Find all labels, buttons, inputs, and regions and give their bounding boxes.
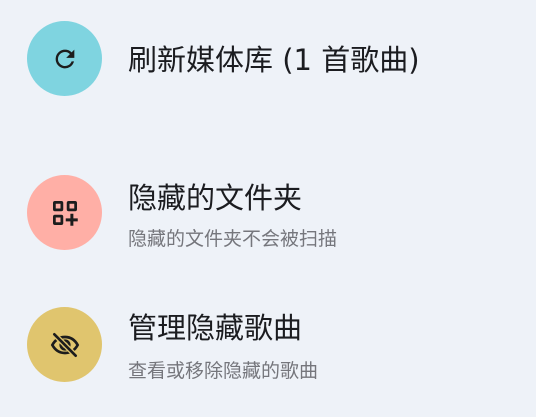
refresh-library-item[interactable]: 刷新媒体库 (1 首歌曲) (0, 0, 536, 120)
hidden-folders-item[interactable]: 隐藏的文件夹 隐藏的文件夹不会被扫描 (0, 160, 536, 270)
eye-off-icon (50, 331, 79, 358)
manage-hidden-songs-title: 管理隐藏歌曲 (128, 311, 303, 345)
manage-hidden-songs-subtitle: 查看或移除隐藏的歌曲 (128, 360, 319, 382)
qr-add-icon (52, 200, 78, 226)
hidden-folders-title: 隐藏的文件夹 (128, 181, 303, 215)
manage-hidden-songs-item[interactable]: 管理隐藏歌曲 查看或移除隐藏的歌曲 (0, 290, 536, 400)
hidden-folders-subtitle: 隐藏的文件夹不会被扫描 (128, 228, 338, 250)
refresh-library-title: 刷新媒体库 (1 首歌曲) (128, 43, 420, 77)
refresh-icon-circle (27, 21, 102, 96)
refresh-icon (55, 49, 74, 68)
eye-off-icon-circle (27, 307, 102, 382)
qr-add-icon-circle (27, 175, 102, 250)
